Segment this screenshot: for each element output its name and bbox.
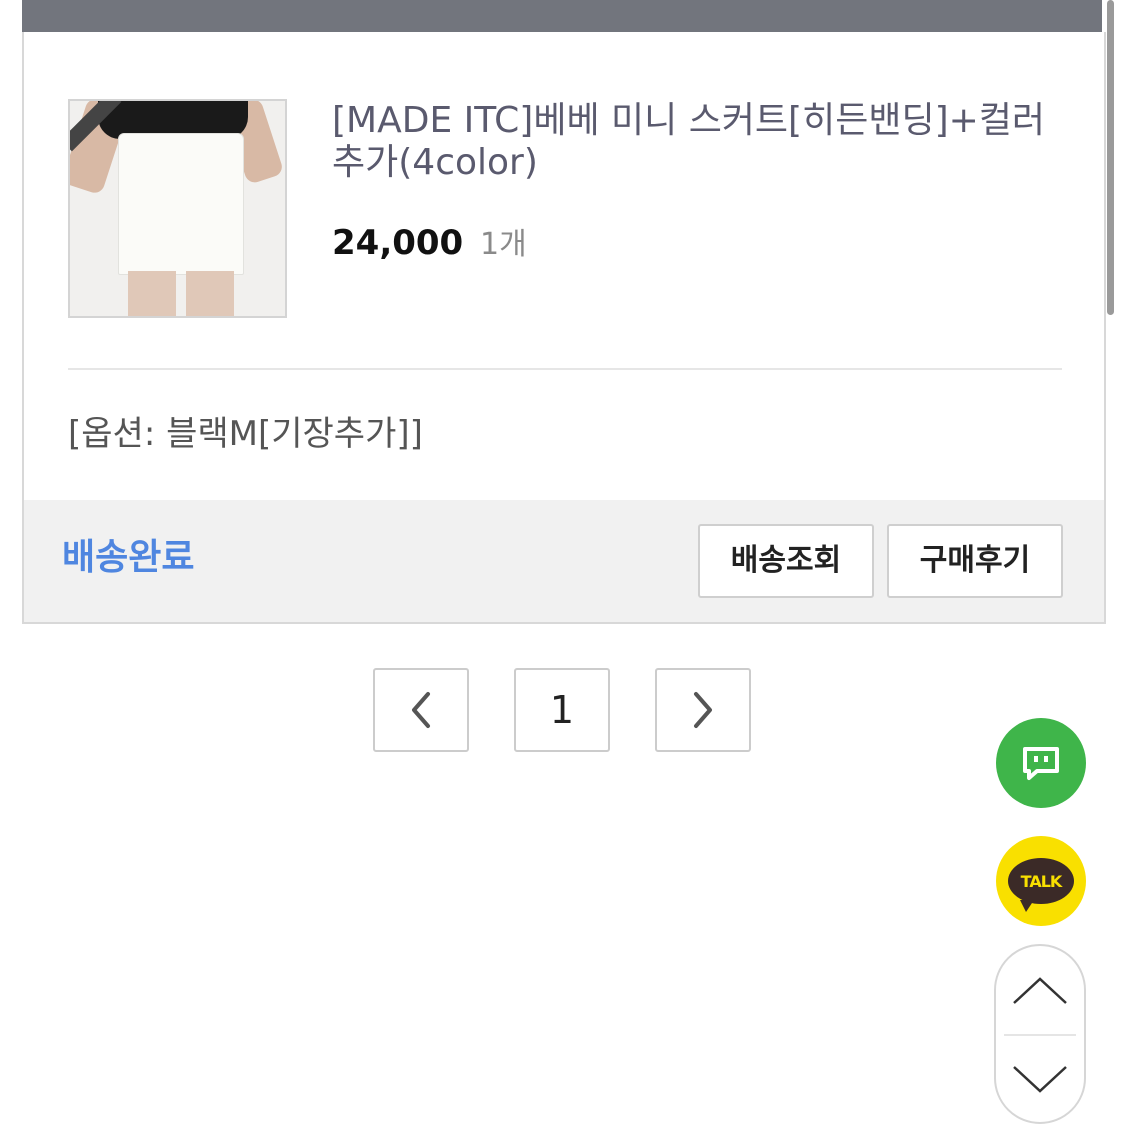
chevron-right-icon [694, 692, 712, 728]
divider [68, 368, 1062, 370]
order-footer: 배송완료 배송조회 구매후기 [24, 500, 1104, 622]
talk-label: TALK [1020, 871, 1063, 891]
product-option: [옵션: 블랙M[기장추가]] [68, 414, 423, 454]
order-item-card: [MADE ITC]베베 미니 스커트[히든밴딩]+컬러추가(4color) 2… [22, 32, 1106, 624]
product-price: 24,000 [332, 223, 464, 263]
scroll-top-button[interactable] [996, 946, 1084, 1034]
kakao-talk-icon: TALK [1008, 858, 1074, 912]
kakao-talk-button[interactable]: TALK [996, 836, 1086, 926]
pagination-next-button[interactable] [655, 668, 751, 752]
page-scrollbar[interactable] [1107, 0, 1114, 315]
chevron-left-icon [412, 692, 430, 728]
chevron-up-icon [1013, 977, 1067, 1004]
product-quantity: 1개 [480, 227, 527, 262]
track-delivery-button[interactable]: 배송조회 [698, 524, 874, 598]
chat-button[interactable] [996, 718, 1086, 808]
product-title[interactable]: [MADE ITC]베베 미니 스커트[히든밴딩]+컬러추가(4color) [332, 100, 1052, 184]
product-thumbnail[interactable] [68, 99, 287, 318]
pagination-prev-button[interactable] [373, 668, 469, 752]
pagination-page-1[interactable]: 1 [514, 668, 610, 752]
top-bar [22, 0, 1102, 32]
chat-icon [1023, 747, 1059, 780]
chevron-down-icon [1013, 1066, 1067, 1093]
scroll-controls [994, 944, 1086, 1124]
delivery-status: 배송완료 [62, 537, 195, 578]
scroll-bottom-button[interactable] [996, 1036, 1084, 1122]
write-review-button[interactable]: 구매후기 [887, 524, 1063, 598]
price-row: 24,000 1개 [332, 222, 527, 266]
